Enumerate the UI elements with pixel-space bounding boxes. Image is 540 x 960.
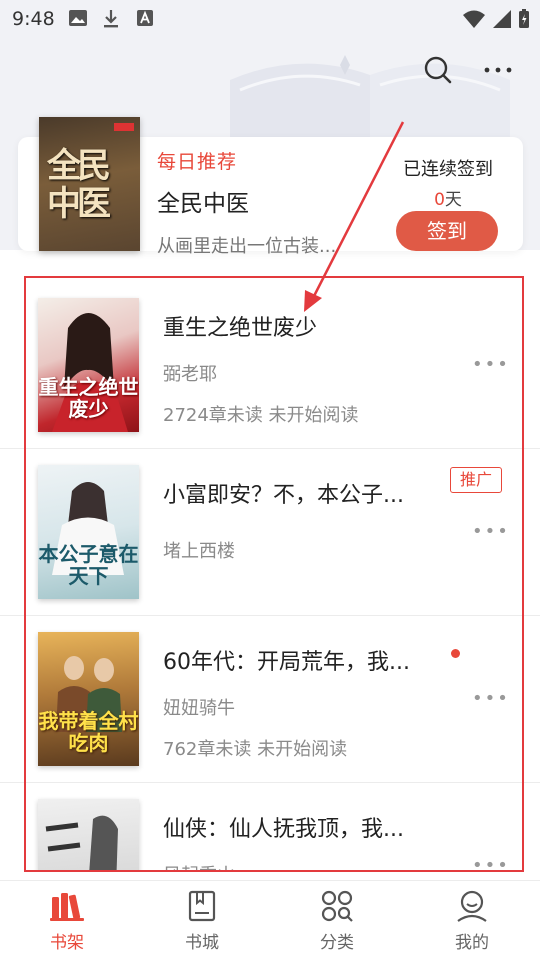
cover-title-text: 重生之绝世废少: [38, 375, 139, 421]
book-author: 妞妞骑牛: [163, 698, 235, 719]
nav-label: 分类: [320, 933, 354, 953]
book-row[interactable]: 本公子意在天下 小富即安？不，本公子... 推广 堵上西楼 •••: [0, 449, 540, 616]
cover-tag: [114, 123, 134, 131]
bookstore-icon: [188, 890, 216, 922]
profile-icon: [457, 890, 487, 922]
promo-badge: 推广: [450, 467, 502, 493]
recommend-book-description: 从画里走出一位古装...: [157, 236, 337, 257]
sign-days-number: 0: [434, 190, 445, 210]
recommend-cover-title: 全民中医: [47, 146, 111, 224]
category-icon: [321, 890, 353, 922]
image-notification-icon: [69, 10, 87, 26]
wifi-icon: [463, 10, 485, 28]
book-row[interactable]: 我带着全村吃肉 60年代：开局荒年，我... 妞妞骑牛 762章未读 未开始阅读…: [0, 616, 540, 783]
cover-title-text: 我带着全村吃肉: [38, 709, 139, 755]
sign-days-unit: 天: [444, 190, 462, 210]
book-title[interactable]: 仙侠：仙人抚我顶，我...: [163, 811, 438, 843]
book-author: 堵上西楼: [163, 541, 235, 562]
sign-in-button[interactable]: 签到: [396, 211, 498, 251]
sign-streak-days: 0天: [398, 185, 498, 210]
bookshelf-icon: [50, 893, 84, 921]
book-row[interactable]: 重生之绝世废少 重生之绝世废少 弼老耶 2724章未读 未开始阅读 •••: [0, 282, 540, 449]
book-author: 风起重山: [163, 861, 235, 872]
book-title[interactable]: 重生之绝世废少: [163, 310, 433, 342]
battery-icon: [519, 9, 529, 28]
search-icon[interactable]: [420, 52, 456, 88]
cover-figure: [45, 815, 118, 872]
book-more-button[interactable]: •••: [472, 853, 508, 872]
book-progress: 2724章未读 未开始阅读: [163, 405, 359, 426]
bottom-nav: 书架 书城 分类 我的: [0, 880, 540, 960]
book-more-button[interactable]: •••: [472, 686, 508, 712]
text-notification-icon: [137, 10, 153, 26]
book-more-button[interactable]: •••: [472, 519, 508, 545]
signal-icon: [493, 10, 511, 28]
book-cover[interactable]: 本公子意在天下: [38, 465, 139, 599]
status-bar: 9:48: [0, 0, 540, 36]
nav-bookstore[interactable]: 书城: [152, 881, 252, 960]
nav-label: 书架: [50, 933, 84, 953]
nav-category[interactable]: 分类: [287, 881, 387, 960]
nav-bookshelf[interactable]: 书架: [17, 881, 117, 960]
bookshelf-list[interactable]: 重生之绝世废少 重生之绝世废少 弼老耶 2724章未读 未开始阅读 ••• 本公…: [0, 282, 540, 872]
book-title[interactable]: 60年代：开局荒年，我...: [163, 644, 438, 676]
book-cover[interactable]: 我带着全村吃肉: [38, 632, 139, 766]
book-title[interactable]: 小富即安？不，本公子...: [163, 477, 438, 509]
recommend-book-cover[interactable]: 全民中医: [39, 117, 140, 251]
book-row[interactable]: 长生 仙侠：仙人抚我顶，我... 风起重山 •••: [0, 783, 540, 872]
download-notification-icon: [104, 10, 118, 28]
cover-title-text: 本公子意在天下: [38, 542, 139, 588]
book-author: 弼老耶: [163, 364, 217, 385]
book-more-button[interactable]: •••: [472, 352, 508, 378]
book-progress: 762章未读 未开始阅读: [163, 739, 348, 760]
book-cover[interactable]: 重生之绝世废少: [38, 298, 139, 432]
update-dot: [451, 649, 460, 658]
status-time: 9:48: [12, 8, 55, 30]
book-cover[interactable]: 长生: [38, 799, 139, 872]
nav-label: 我的: [455, 933, 489, 953]
sign-streak-label: 已连续签到: [403, 159, 493, 180]
more-menu-icon[interactable]: [480, 52, 516, 88]
daily-recommend-label: 每日推荐: [157, 151, 238, 173]
nav-profile[interactable]: 我的: [422, 881, 522, 960]
recommend-book-title[interactable]: 全民中医: [157, 184, 249, 218]
nav-label: 书城: [185, 933, 219, 953]
